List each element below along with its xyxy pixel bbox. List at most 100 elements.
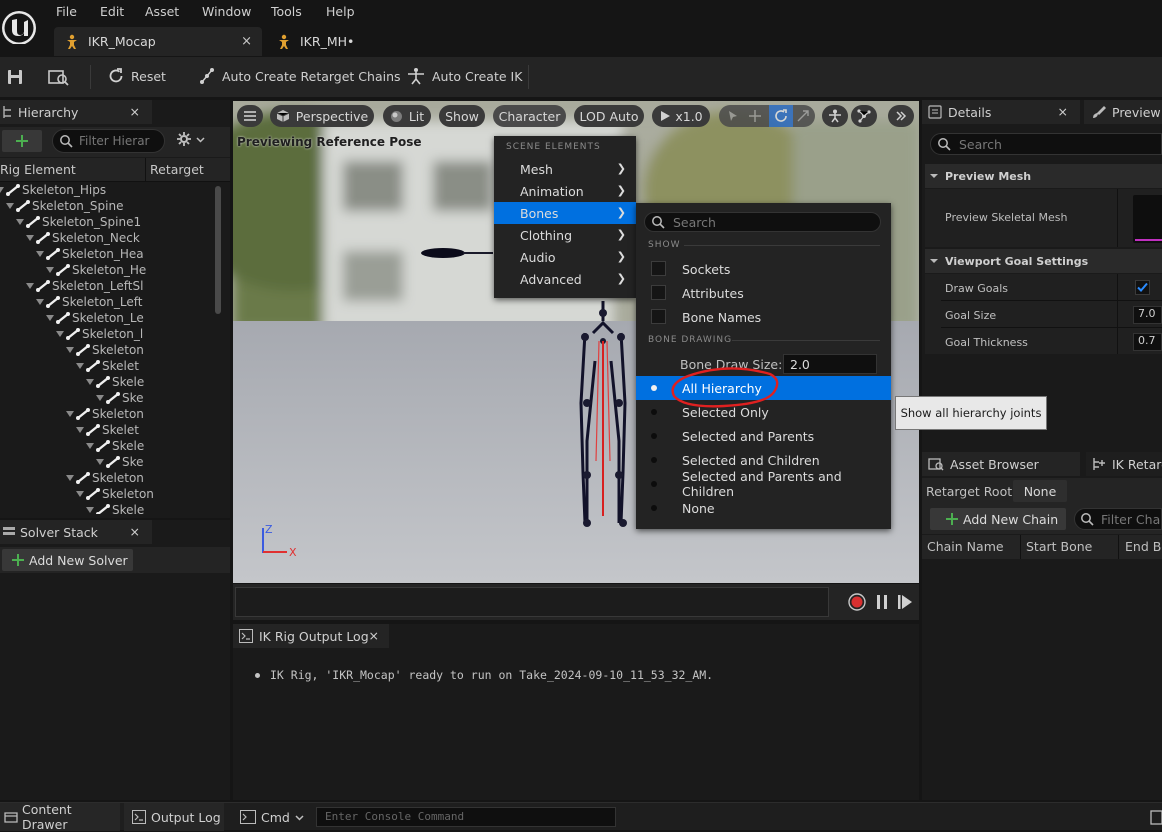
menu-edit[interactable]: Edit — [100, 4, 124, 19]
ik-goal-tool-button[interactable] — [822, 105, 848, 127]
browse-asset-button[interactable] — [48, 68, 70, 86]
add-new-solver-button[interactable]: Add New Solver — [2, 549, 133, 571]
tree-expand-icon[interactable] — [36, 298, 44, 306]
tree-expand-icon[interactable] — [46, 314, 54, 322]
option-selected-and-parents[interactable]: Selected and Parents — [636, 424, 891, 448]
tab-solver-stack[interactable]: Solver Stack × — [0, 520, 152, 544]
close-icon[interactable]: × — [130, 524, 140, 539]
tree-expand-icon[interactable] — [66, 474, 74, 482]
bone-names-checkbox[interactable] — [651, 309, 666, 324]
tree-row[interactable]: Skeleton_Spine1 — [16, 214, 141, 230]
tree-row[interactable]: Skelet — [76, 358, 139, 374]
option-attributes[interactable]: Attributes — [636, 281, 891, 305]
viewport-more-button[interactable] — [888, 105, 914, 127]
lod-button[interactable]: LOD Auto — [574, 105, 644, 127]
bones-search-input[interactable]: Search — [644, 212, 881, 232]
tree-expand-icon[interactable] — [56, 330, 64, 338]
tree-row[interactable]: Skeleton_Hips — [0, 182, 106, 198]
goal-thickness-input[interactable]: 0.7 — [1133, 333, 1162, 351]
tree-expand-icon[interactable] — [66, 410, 74, 418]
snap-settings-button[interactable] — [851, 105, 877, 127]
menu-asset[interactable]: Asset — [145, 4, 179, 19]
close-icon[interactable]: × — [241, 34, 252, 49]
clipboard-icon[interactable] — [1150, 809, 1162, 825]
auto-create-retarget-chains-button[interactable]: Auto Create Retarget Chains — [198, 67, 401, 85]
record-icon[interactable] — [848, 593, 866, 611]
tree-expand-icon[interactable] — [46, 266, 54, 274]
tree-expand-icon[interactable] — [96, 458, 104, 466]
tree-row[interactable]: Skeleton_Le — [46, 310, 144, 326]
option-none[interactable]: None — [636, 496, 891, 520]
play-speed-button[interactable]: x1.0 — [652, 105, 710, 127]
tab-preview-settings[interactable]: Preview — [1084, 100, 1162, 124]
tab-ikr-mh[interactable]: IKR_MH• — [266, 27, 386, 56]
tree-row[interactable]: Skele — [86, 502, 144, 514]
tab-ik-rig-output-log[interactable]: IK Rig Output Log × — [233, 624, 389, 648]
output-log-button[interactable]: Output Log — [124, 803, 224, 831]
tree-row[interactable]: Ske — [96, 390, 144, 406]
tree-row[interactable]: Skeleton — [66, 406, 144, 422]
tree-row[interactable]: Skele — [86, 438, 144, 454]
scale-icon[interactable] — [797, 110, 809, 122]
menu-help[interactable]: Help — [326, 4, 355, 19]
move-icon[interactable] — [749, 110, 761, 122]
tree-row[interactable]: Skeleton_LeftSl — [26, 278, 143, 294]
tree-expand-icon[interactable] — [26, 282, 34, 290]
mesh-thumbnail[interactable] — [1133, 195, 1162, 243]
perspective-button[interactable]: Perspective — [270, 105, 374, 127]
console-command-input[interactable]: Enter Console Command — [316, 807, 616, 827]
auto-create-ik-button[interactable]: Auto Create IK — [406, 67, 522, 85]
tree-row[interactable]: Skelet — [76, 422, 139, 438]
tree-row[interactable]: Skeleton_He — [46, 262, 146, 278]
tree-row[interactable]: Skele — [86, 374, 144, 390]
close-icon[interactable]: × — [1058, 104, 1068, 119]
menu-tools[interactable]: Tools — [271, 4, 302, 19]
tree-expand-icon[interactable] — [96, 394, 104, 402]
details-search-input[interactable]: Search — [930, 133, 1162, 155]
col-end-bone[interactable]: End Bo — [1125, 539, 1162, 554]
hierarchy-filter-input[interactable]: Filter Hierar — [52, 129, 165, 153]
hierarchy-settings-button[interactable] — [176, 131, 205, 147]
select-icon[interactable] — [727, 110, 739, 122]
tab-ik-retargeting[interactable]: IK Retarg — [1086, 452, 1162, 476]
tree-row[interactable]: Skeleton — [66, 470, 144, 486]
col-retarget-chain[interactable]: Retarget C — [150, 162, 208, 177]
add-element-button[interactable] — [2, 130, 42, 152]
tree-expand-icon[interactable] — [6, 202, 14, 210]
chain-filter-input[interactable]: Filter Chain — [1074, 508, 1162, 530]
tree-row[interactable]: Ske — [96, 454, 144, 470]
attributes-checkbox[interactable] — [651, 285, 666, 300]
option-bone-names[interactable]: Bone Names — [636, 305, 891, 329]
close-icon[interactable]: × — [130, 104, 140, 119]
col-chain-name[interactable]: Chain Name — [927, 539, 1004, 554]
tree-expand-icon[interactable] — [76, 362, 84, 370]
sockets-checkbox[interactable] — [651, 261, 666, 276]
show-button[interactable]: Show — [439, 105, 485, 127]
tree-expand-icon[interactable] — [0, 186, 4, 194]
menu-file[interactable]: File — [56, 4, 77, 19]
rotate-tool-active[interactable] — [769, 105, 793, 127]
tree-row[interactable]: Skeleton_Hea — [36, 246, 144, 262]
section-preview-mesh[interactable]: Preview Mesh — [925, 164, 1162, 188]
goal-size-input[interactable]: 7.0 — [1133, 306, 1162, 324]
tab-details[interactable]: Details × — [922, 100, 1080, 124]
retarget-root-dropdown[interactable]: None — [1013, 480, 1067, 502]
close-icon[interactable]: × — [369, 628, 379, 643]
lit-button[interactable]: Lit — [383, 105, 431, 127]
unreal-logo-icon[interactable] — [0, 4, 38, 48]
content-drawer-button[interactable]: Content Drawer — [0, 802, 120, 832]
tab-asset-browser[interactable]: Asset Browser — [922, 452, 1080, 476]
option-sockets[interactable]: Sockets — [636, 257, 891, 281]
save-button[interactable] — [6, 68, 24, 86]
character-button[interactable]: Character — [493, 105, 566, 127]
tree-row[interactable]: Skeleton_Left — [36, 294, 142, 310]
tree-expand-icon[interactable] — [16, 218, 24, 226]
tree-expand-icon[interactable] — [66, 346, 74, 354]
cmd-dropdown[interactable]: Cmd — [232, 803, 310, 831]
menu-item-mesh[interactable]: Mesh ❯ — [494, 158, 636, 180]
menu-item-animation[interactable]: Animation ❯ — [494, 180, 636, 202]
draw-goals-checkbox[interactable] — [1135, 280, 1150, 295]
tree-row[interactable]: Skeleton_Neck — [26, 230, 140, 246]
col-start-bone[interactable]: Start Bone — [1026, 539, 1092, 554]
bone-draw-size-input[interactable]: 2.0 — [783, 354, 877, 374]
